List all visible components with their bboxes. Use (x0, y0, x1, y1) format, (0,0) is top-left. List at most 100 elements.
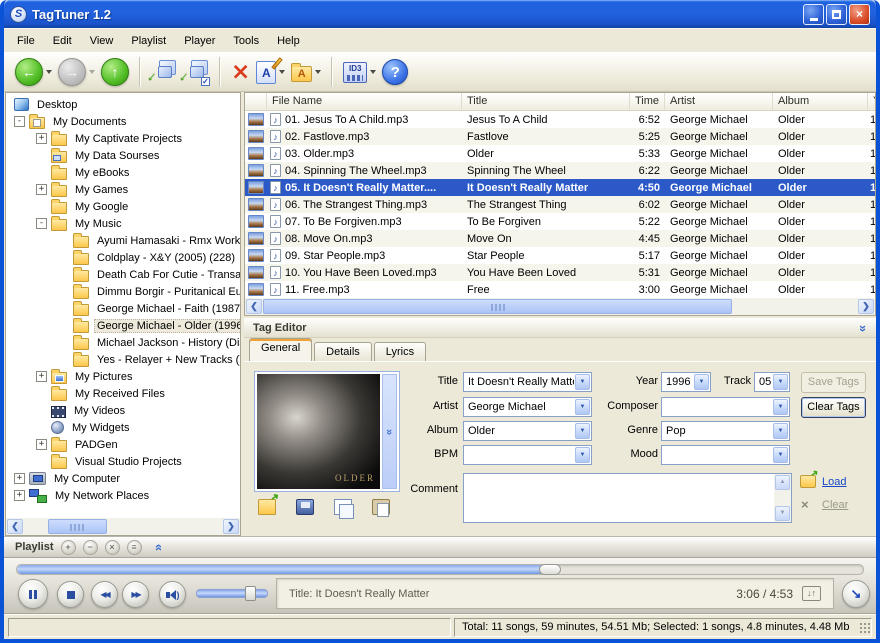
tab-lyrics[interactable]: Lyrics (374, 342, 426, 361)
tree-expander[interactable]: + (36, 184, 47, 195)
id3-convert-button[interactable]: ID3 (340, 62, 379, 83)
menu-item-tools[interactable]: Tools (224, 30, 268, 51)
load-art-icon[interactable] (800, 475, 816, 488)
tree-item[interactable]: Visual Studio Projects (6, 453, 240, 470)
up-button[interactable]: ↑ (98, 58, 132, 86)
mood-combo[interactable]: ▼ (661, 445, 790, 465)
genre-combo[interactable]: Pop▼ (661, 421, 790, 441)
tree-item[interactable]: My Videos (6, 402, 240, 419)
scroll-thumb[interactable] (263, 299, 732, 314)
scroll-left-icon[interactable]: ❮ (7, 519, 23, 534)
menu-item-playlist[interactable]: Playlist (122, 30, 175, 51)
column-header-Time[interactable]: Time (630, 93, 665, 110)
scroll-right-icon[interactable]: ❯ (858, 299, 874, 314)
tree-item[interactable]: My Google (6, 198, 240, 215)
tree-item[interactable]: +My Games (6, 181, 240, 198)
menu-item-view[interactable]: View (81, 30, 123, 51)
help-button[interactable]: ? (379, 59, 411, 85)
table-row[interactable]: ♪03. Older.mp3Older5:33George MichaelOld… (245, 145, 875, 162)
tree-expander[interactable]: + (36, 439, 47, 450)
tree-item[interactable]: My Widgets (6, 419, 240, 436)
seek-bar[interactable] (16, 564, 864, 575)
table-row[interactable]: ♪01. Jesus To A Child.mp3Jesus To A Chil… (245, 111, 875, 128)
clear-tags-button[interactable]: Clear Tags (801, 397, 866, 418)
tree-item[interactable]: +PADGen (6, 436, 240, 453)
playlist-add-icon[interactable]: + (61, 540, 76, 555)
tab-general[interactable]: General (249, 338, 312, 361)
rename-folder-button[interactable]: A (288, 62, 324, 82)
art-copy-icon[interactable] (334, 499, 352, 515)
tree-item[interactable]: +My Captivate Projects (6, 130, 240, 147)
tree-item[interactable]: George Michael - Faith (1987) ( (6, 300, 240, 317)
clear-art-link[interactable]: Clear (822, 499, 848, 511)
table-row[interactable]: ♪09. Star People.mp3Star People5:17Georg… (245, 247, 875, 264)
menu-item-edit[interactable]: Edit (44, 30, 81, 51)
chevron-down-icon[interactable]: ▼ (773, 399, 788, 415)
menu-item-player[interactable]: Player (175, 30, 224, 51)
column-header-Artist[interactable]: Artist (665, 93, 773, 110)
tree-item[interactable]: -My Music (6, 215, 240, 232)
table-row[interactable]: ♪02. Fastlove.mp3Fastlove5:25George Mich… (245, 128, 875, 145)
art-load-icon[interactable] (258, 499, 276, 515)
tree-item[interactable]: My Received Files (6, 385, 240, 402)
title-combo[interactable]: It Doesn't Really Matte▼ (463, 372, 592, 392)
playlist-list-icon[interactable]: ≡ (127, 540, 142, 555)
volume-slider[interactable] (196, 589, 268, 598)
tree-item[interactable]: +My Pictures (6, 368, 240, 385)
tree-item[interactable]: +My Computer (6, 470, 240, 487)
artist-combo[interactable]: George Michael▼ (463, 397, 592, 417)
maximize-button[interactable] (826, 4, 847, 25)
art-save-icon[interactable] (296, 499, 314, 515)
comment-scrollbar[interactable]: ▲▼ (774, 474, 791, 522)
tree-item[interactable]: Yes - Relayer + New Tracks () ( (6, 351, 240, 368)
clear-art-icon[interactable]: × (801, 498, 817, 511)
table-row[interactable]: ♪06. The Strangest Thing.mp3The Stranges… (245, 196, 875, 213)
scroll-down-icon[interactable]: ▼ (775, 506, 790, 521)
track-combo[interactable]: 05▼ (754, 372, 790, 392)
tree-item[interactable]: Dimmu Borgir - Puritanical Euph (6, 283, 240, 300)
comment-field[interactable]: ▲▼ (463, 473, 792, 523)
playlist-clear-icon[interactable]: × (105, 540, 120, 555)
bpm-combo[interactable]: ▼ (463, 445, 592, 465)
chevron-down-icon[interactable]: ▼ (773, 447, 788, 463)
tree-expander[interactable]: + (14, 473, 25, 484)
tree-item[interactable]: My eBooks (6, 164, 240, 181)
volume-button[interactable]: ) (159, 581, 186, 608)
chevron-down-icon[interactable]: ▼ (773, 423, 788, 439)
column-header-Y[interactable]: Y (868, 93, 876, 110)
tree-expander[interactable]: - (14, 116, 25, 127)
resize-grip[interactable] (858, 621, 870, 633)
table-row[interactable]: ♪07. To Be Forgiven.mp3To Be Forgiven5:2… (245, 213, 875, 230)
tab-details[interactable]: Details (314, 342, 372, 361)
tree-item[interactable]: Desktop (6, 96, 240, 113)
forward-button[interactable]: → (55, 58, 98, 86)
column-header-icons[interactable] (245, 93, 267, 110)
player-menu-button[interactable]: ↘ (842, 580, 870, 608)
scroll-up-icon[interactable]: ▲ (775, 475, 790, 490)
collapse-panel-icon[interactable]: » (856, 324, 871, 331)
save-all-tags-button[interactable]: ↓✓ (180, 59, 212, 85)
table-row[interactable]: ♪11. Free.mp3Free3:00George MichaelOlder… (245, 281, 875, 298)
loop-icon[interactable]: ↓↑ (802, 586, 821, 601)
column-header-Title[interactable]: Title (462, 93, 630, 110)
pause-button[interactable] (18, 579, 48, 609)
tree-item[interactable]: Ayumi Hamasaki - Rmx Works F (6, 232, 240, 249)
tree-item[interactable]: +My Network Places (6, 487, 240, 504)
seek-handle[interactable] (539, 564, 561, 575)
tree-horizontal-scrollbar[interactable]: ❮ ❯ (6, 518, 240, 535)
volume-handle[interactable] (245, 586, 256, 601)
close-button[interactable]: × (849, 4, 870, 25)
fast-forward-button[interactable]: ▶▶ (122, 581, 149, 608)
column-header-File Name[interactable]: File Name (267, 93, 462, 110)
scroll-thumb[interactable] (48, 519, 107, 534)
tree-item[interactable]: My Data Sourses (6, 147, 240, 164)
table-row[interactable]: ♪08. Move On.mp3Move On4:45George Michae… (245, 230, 875, 247)
collapse-playlist-icon[interactable]: » (150, 543, 165, 550)
tree-item[interactable]: -My Documents (6, 113, 240, 130)
table-row[interactable]: ♪05. It Doesn't Really Matter....It Does… (245, 179, 875, 196)
scroll-left-icon[interactable]: ❮ (246, 299, 262, 314)
table-row[interactable]: ♪04. Spinning The Wheel.mp3Spinning The … (245, 162, 875, 179)
save-tags-button[interactable]: Save Tags (801, 372, 866, 393)
delete-button[interactable]: × (228, 61, 253, 83)
list-horizontal-scrollbar[interactable]: ❮ ❯ (245, 298, 875, 315)
